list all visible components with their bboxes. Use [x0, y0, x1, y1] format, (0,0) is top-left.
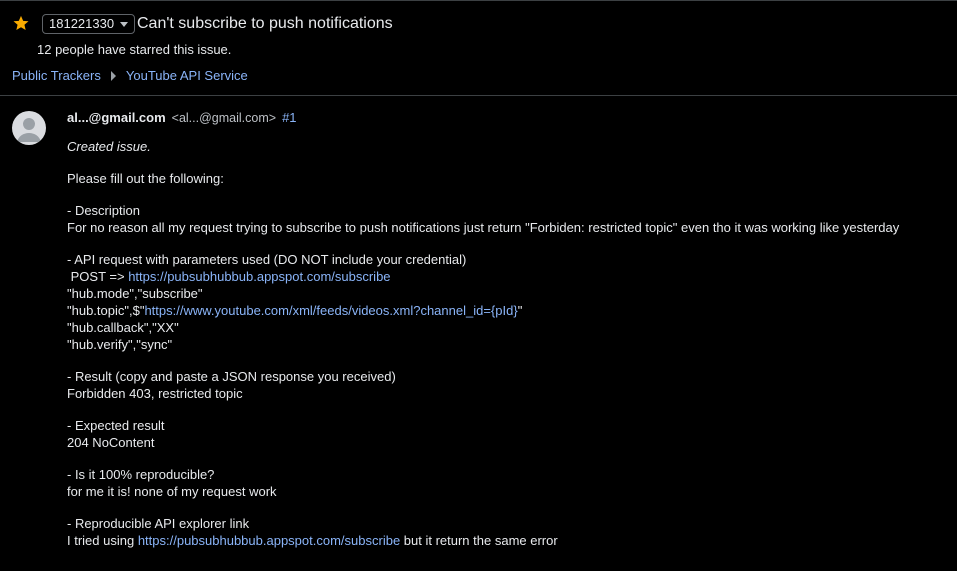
post-url-link[interactable]: https://pubsubhubbub.appspot.com/subscri…: [128, 269, 390, 284]
result-header: - Result (copy and paste a JSON response…: [67, 369, 396, 384]
explorer-header: - Reproducible API explorer link: [67, 516, 250, 531]
post-line: POST => https://pubsubhubbub.appspot.com…: [67, 269, 391, 284]
issue-id: 181221330: [49, 16, 115, 31]
comment-number-link[interactable]: #1: [282, 110, 296, 125]
breadcrumb: Public Trackers YouTube API Service: [12, 68, 248, 83]
hub-topic-url-link[interactable]: https://www.youtube.com/xml/feeds/videos…: [144, 303, 517, 318]
chevron-down-icon: [120, 21, 129, 27]
comment-author-line: al...@gmail.com <al...@gmail.com> #1: [67, 110, 952, 128]
stars-count: 12 people have starred this issue.: [37, 42, 232, 57]
expected-text: 204 NoContent: [67, 435, 155, 450]
intro-text: Please fill out the following:: [67, 171, 224, 186]
issue-id-dropdown[interactable]: 181221330: [42, 14, 136, 34]
star-icon[interactable]: [12, 14, 30, 32]
hub-callback-line: "hub.callback","XX": [67, 320, 179, 335]
hub-topic-line: "hub.topic",$"https://www.youtube.com/xm…: [67, 303, 523, 318]
expected-header: - Expected result: [67, 418, 165, 433]
description-header: - Description: [67, 203, 140, 218]
comment-author-email: <al...@gmail.com>: [171, 111, 277, 125]
api-request-header: - API request with parameters used (DO N…: [67, 252, 467, 267]
person-icon: [17, 118, 41, 142]
comment: al...@gmail.com <al...@gmail.com> #1 Cre…: [67, 110, 952, 549]
hub-verify-line: "hub.verify","sync": [67, 337, 173, 352]
description-text: For no reason all my request trying to s…: [67, 220, 900, 235]
hub-mode-line: "hub.mode","subscribe": [67, 286, 203, 301]
breadcrumb-public-trackers[interactable]: Public Trackers: [12, 68, 101, 83]
comment-author[interactable]: al...@gmail.com: [67, 110, 166, 125]
result-text: Forbidden 403, restricted topic: [67, 386, 243, 401]
reproducible-text: for me it is! none of my request work: [67, 484, 277, 499]
header-divider: [0, 95, 957, 96]
chevron-right-icon: [110, 70, 116, 81]
comment-body: Created issue. Please fill out the follo…: [67, 138, 952, 549]
explorer-line: I tried using https://pubsubhubbub.appsp…: [67, 533, 558, 548]
issue-title: Can't subscribe to push notifications: [137, 15, 393, 32]
avatar: [12, 111, 46, 145]
explorer-url-link[interactable]: https://pubsubhubbub.appspot.com/subscri…: [138, 533, 400, 548]
breadcrumb-youtube-api-service[interactable]: YouTube API Service: [126, 68, 248, 83]
reproducible-header: - Is it 100% reproducible?: [67, 467, 215, 482]
created-issue-text: Created issue.: [67, 139, 151, 154]
issue-header: 181221330 Can't subscribe to push notifi…: [0, 0, 957, 96]
